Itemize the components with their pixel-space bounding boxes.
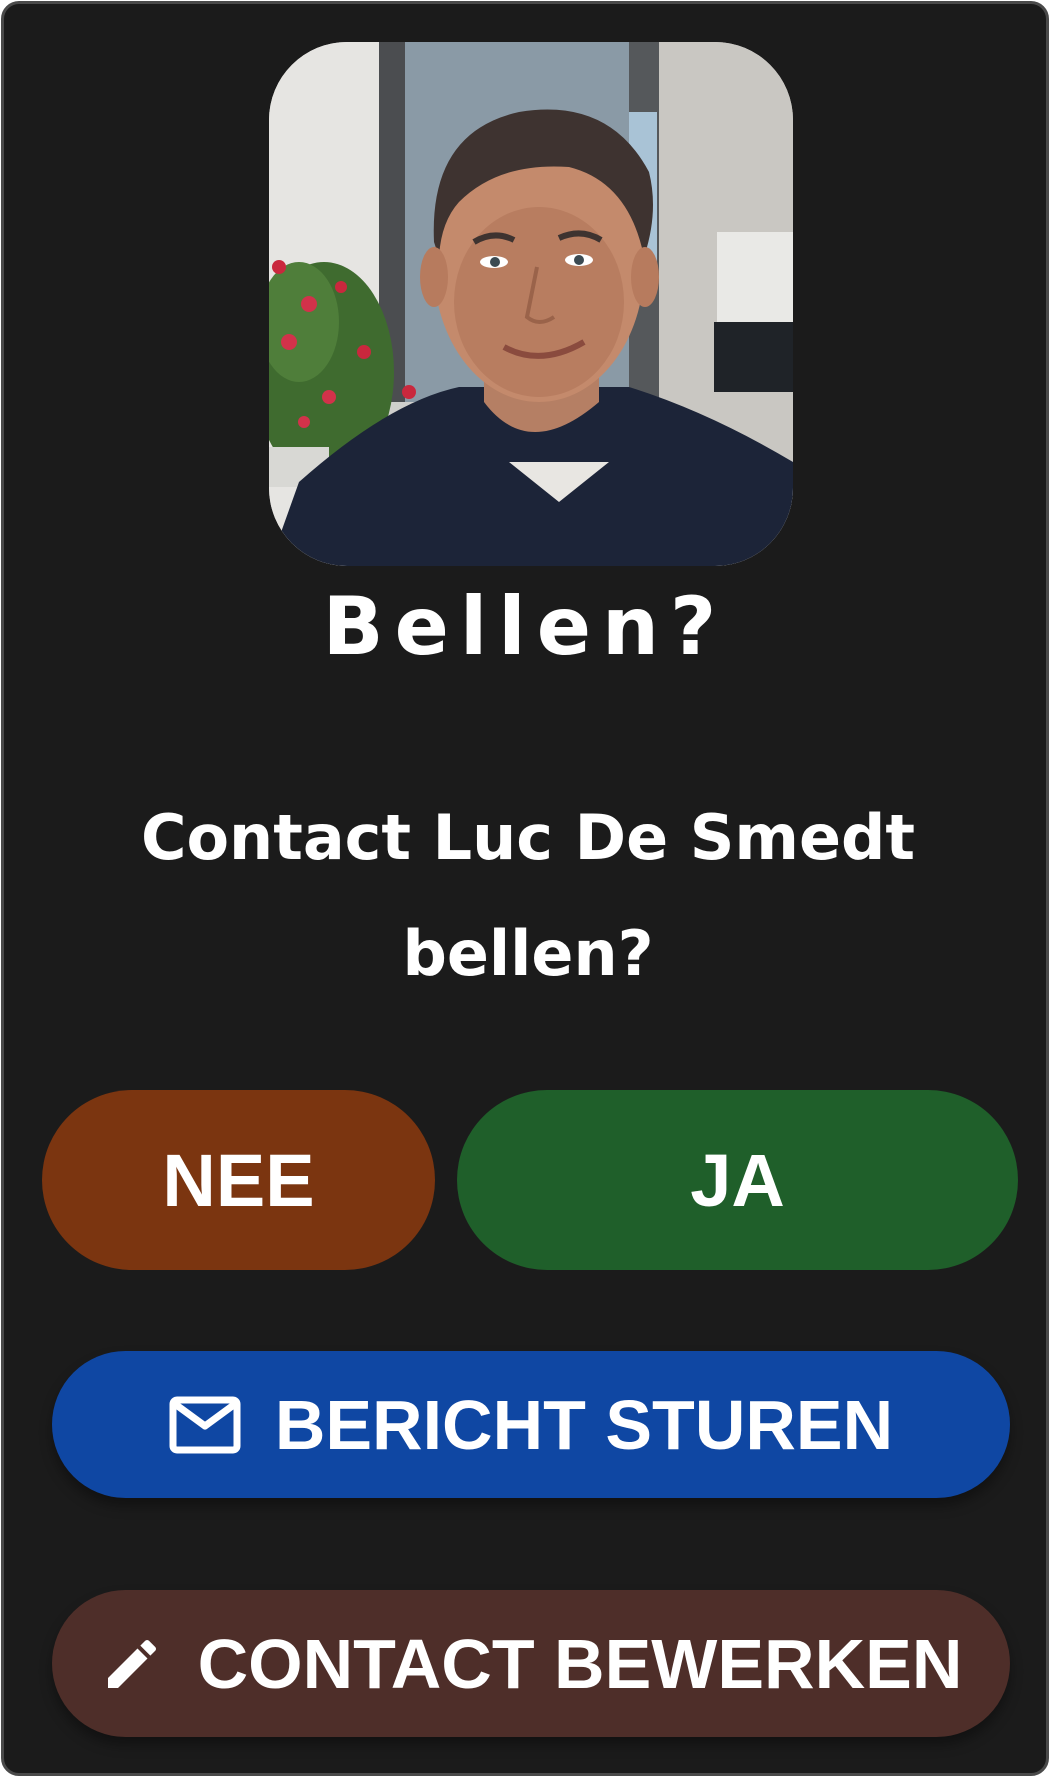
call-confirm-dialog: Bellen? Contact Luc De Smedt bellen? NEE… (1, 1, 1049, 1776)
contact-photo (269, 42, 793, 566)
yes-button[interactable]: JA (457, 1090, 1018, 1270)
no-button-label: NEE (162, 1138, 315, 1222)
send-message-label: BERICHT STUREN (274, 1385, 894, 1464)
yes-button-label: JA (690, 1138, 785, 1222)
edit-contact-button[interactable]: CONTACT BEWERKEN (52, 1590, 1010, 1737)
dialog-message: Contact Luc De Smedt bellen? (140, 801, 916, 990)
mail-icon (169, 1396, 241, 1454)
no-button[interactable]: NEE (42, 1090, 435, 1270)
dialog-title: Bellen? (322, 580, 728, 673)
send-message-button[interactable]: BERICHT STUREN (52, 1351, 1010, 1498)
pencil-icon (100, 1632, 164, 1696)
edit-contact-label: CONTACT BEWERKEN (197, 1624, 963, 1703)
